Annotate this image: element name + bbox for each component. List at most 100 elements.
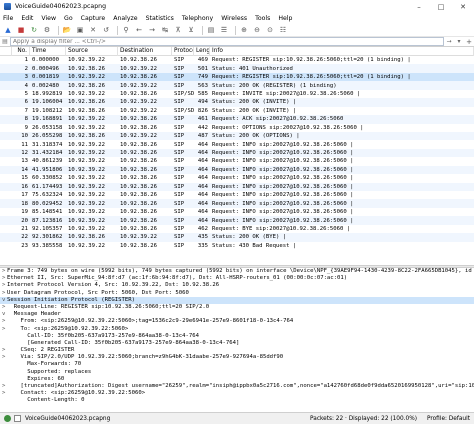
detail-tree-item[interactable]: Supported: replaces [0, 369, 474, 376]
go-forward-icon[interactable]: → [147, 25, 157, 35]
table-row[interactable]: 17 75.632324 10.92.39.22 10.92.38.26 SIP 464 R… [0, 191, 474, 199]
find-packet-icon[interactable]: ⚲ [121, 25, 131, 35]
toolbar-separator [202, 25, 203, 35]
menu-wireless[interactable]: Wireless [221, 15, 247, 22]
table-row[interactable]: 3 0.001819 10.92.39.22 10.92.38.26 SIP 749 Req… [0, 72, 474, 82]
table-row[interactable]: 16 61.174493 10.92.39.22 10.92.38.26 SIP 464 R… [0, 182, 474, 191]
capture-options-icon[interactable]: ⚙ [42, 25, 52, 35]
save-file-icon[interactable]: ▣ [75, 25, 85, 35]
cell-no: 16 [21, 183, 28, 190]
zoom-in-icon[interactable]: ⊕ [239, 25, 249, 35]
detail-tree-item[interactable]: > Ethernet II, Src: SuperMic_94:8f:d7 (ac… [0, 275, 474, 282]
table-row[interactable]: 5 18.992819 10.92.39.22 10.92.38.26 SIP/SDP5… [0, 90, 474, 98]
table-row[interactable]: 15 60.330852 10.92.39.22 10.92.38.26 SIP 464 R… [0, 174, 474, 182]
detail-tree-item[interactable]: > User Datagram Protocol, Src Port: 5060,… [0, 290, 474, 297]
detail-tree-item[interactable]: Call-ID: 35f0b205-637a9173-257e9-864aa38… [0, 333, 474, 340]
go-to-packet-icon[interactable]: ↹ [160, 25, 170, 35]
table-row[interactable]: 6 19.106004 10.92.38.26 10.92.39.22 SIP 494 St… [0, 98, 474, 107]
column-header-info[interactable]: Info [210, 47, 474, 56]
column-header-time[interactable]: Time [30, 47, 66, 56]
menu-file[interactable]: File [3, 15, 13, 22]
table-row[interactable]: 1 0.000000 10.92.39.22 10.92.38.26 SIP 469 Req… [0, 56, 474, 64]
apply-filter-icon[interactable]: → [444, 38, 454, 45]
menu-edit[interactable]: Edit [21, 15, 33, 22]
table-row[interactable]: 12 31.432184 10.92.39.22 10.92.38.26 SIP 464 R… [0, 148, 474, 158]
menu-view[interactable]: View [41, 15, 56, 22]
menu-tools[interactable]: Tools [255, 15, 270, 22]
column-header-protocol[interactable]: Protocol [172, 47, 194, 56]
resize-columns-icon[interactable]: ☷ [278, 25, 288, 35]
table-row[interactable]: 11 31.318374 10.92.39.22 10.92.38.26 SIP 464 R… [0, 140, 474, 148]
auto-scroll-icon[interactable]: ☰ [219, 25, 229, 35]
table-row[interactable]: 22 92.301862 10.92.38.26 10.92.39.22 SIP 435 S… [0, 233, 474, 242]
last-packet-icon[interactable]: ⊻ [186, 25, 196, 35]
column-header-source[interactable]: Source [66, 47, 118, 56]
cell-length: 464 [197, 192, 208, 199]
table-row[interactable]: 18 80.029452 10.92.39.22 10.92.38.26 SIP 464 R… [0, 199, 474, 208]
detail-tree-item[interactable]: > Frame 3: 749 bytes on wire (5992 bits),… [0, 268, 474, 275]
cell-no: 8 [24, 116, 28, 123]
cell-time: 75.632324 [32, 192, 63, 199]
table-row[interactable]: 14 41.951806 10.92.39.22 10.92.38.26 SIP 464 R… [0, 165, 474, 175]
detail-tree-item[interactable]: > From: <sip:26259@10.92.39.22:5060>;tag… [0, 318, 474, 325]
cell-destination: 10.92.38.26 [120, 116, 158, 123]
close-button[interactable]: ✕ [452, 0, 474, 13]
detail-tree-item[interactable]: > To: <sip:26259@10.92.39.22:5060> [0, 326, 474, 333]
cell-destination: 10.92.39.22 [120, 99, 158, 106]
table-row[interactable]: 7 19.108212 10.92.38.26 10.92.39.22 SIP/SDP8… [0, 107, 474, 115]
column-header-length[interactable]: Length [194, 47, 210, 56]
menu-telephony[interactable]: Telephony [182, 15, 213, 22]
minimize-button[interactable]: – [408, 0, 430, 13]
zoom-out-icon[interactable]: ⊖ [252, 25, 262, 35]
column-header-destination[interactable]: Destination [118, 47, 172, 56]
display-filter-input[interactable] [10, 37, 444, 46]
expert-info-icon[interactable] [4, 415, 11, 422]
maximize-button[interactable]: □ [430, 0, 452, 13]
detail-tree-item[interactable]: v Message Header [0, 311, 474, 318]
close-file-icon[interactable]: ✕ [88, 25, 98, 35]
table-row[interactable]: 9 26.053158 10.92.39.22 10.92.38.26 SIP 442 Re… [0, 124, 474, 132]
filter-bookmark-icon[interactable]: ▤ [0, 37, 10, 47]
table-row[interactable]: 21 92.105357 10.92.39.22 10.92.38.26 SIP 462 R… [0, 225, 474, 233]
normal-size-icon[interactable]: ⊙ [265, 25, 275, 35]
add-filter-button-icon[interactable]: + [464, 38, 474, 46]
open-file-icon[interactable]: 📂 [62, 25, 72, 35]
table-row[interactable]: 8 19.168891 10.92.39.22 10.92.38.26 SIP 461 Re… [0, 115, 474, 124]
reload-file-icon[interactable]: ↺ [101, 25, 111, 35]
detail-tree-item[interactable]: [Generated Call-ID: 35f0b205-637a9173-25… [0, 340, 474, 347]
detail-tree-item[interactable]: > Via: SIP/2.0/UDP 10.92.39.22:5060;bran… [0, 354, 474, 361]
table-row[interactable]: 23 93.385558 10.92.39.22 10.92.38.26 SIP 335 S… [0, 242, 474, 250]
menu-help[interactable]: Help [278, 15, 292, 22]
table-row[interactable]: 4 0.002480 10.92.38.26 10.92.39.22 SIP 563 Sta… [0, 81, 474, 90]
status-profile[interactable]: Profile: Default [427, 416, 470, 422]
detail-tree-item[interactable]: Content-Length: 0 [0, 397, 474, 404]
shark-fin-start-icon[interactable]: ▲ [3, 25, 13, 35]
detail-text: CSeq: 2 REGISTER [7, 347, 75, 354]
detail-tree-item[interactable]: > Request-Line: REGISTER sip:10.92.38.26… [0, 304, 474, 311]
table-row[interactable]: 2 0.000496 10.92.38.26 10.92.39.22 SIP 501 Sta… [0, 64, 474, 73]
table-row[interactable]: 13 40.861239 10.92.39.22 10.92.38.26 SIP 464 R… [0, 157, 474, 165]
colorize-icon[interactable]: ▤ [206, 25, 216, 35]
detail-tree-item[interactable]: > CSeq: 2 REGISTER [0, 347, 474, 354]
first-packet-icon[interactable]: ⊼ [173, 25, 183, 35]
restart-capture-icon[interactable]: ↻ [29, 25, 39, 35]
table-row[interactable]: 20 87.123816 10.92.39.22 10.92.38.26 SIP 464 R… [0, 216, 474, 225]
cell-destination: 10.92.38.26 [120, 158, 158, 165]
detail-tree-item[interactable]: Expires: 60 [0, 376, 474, 383]
menu-go[interactable]: Go [64, 15, 73, 22]
detail-tree-item[interactable]: Max-Forwards: 70 [0, 361, 474, 368]
table-row[interactable]: 10 26.055298 10.92.38.26 10.92.39.22 SIP 487 S… [0, 131, 474, 141]
detail-tree-item[interactable]: > [truncated]Authorization: Digest usern… [0, 383, 474, 390]
stop-capture-icon[interactable]: ■ [16, 25, 26, 35]
go-back-icon[interactable]: ← [134, 25, 144, 35]
menu-analyze[interactable]: Analyze [113, 15, 137, 22]
capture-comment-icon[interactable] [14, 415, 21, 422]
filter-dropdown-icon[interactable]: ▾ [454, 38, 464, 45]
menu-capture[interactable]: Capture [81, 15, 106, 22]
detail-tree-item[interactable]: v Session Initiation Protocol (REGISTER) [0, 296, 474, 304]
menu-statistics[interactable]: Statistics [146, 15, 174, 22]
column-header-no[interactable]: No. [12, 47, 30, 56]
table-row[interactable]: 19 85.148541 10.92.39.22 10.92.38.26 SIP 464 R… [0, 208, 474, 216]
detail-tree-item[interactable]: > Internet Protocol Version 4, Src: 10.92… [0, 282, 474, 289]
detail-tree-item[interactable]: > Contact: <sip:26259@10.92.39.22:5060> [0, 390, 474, 397]
